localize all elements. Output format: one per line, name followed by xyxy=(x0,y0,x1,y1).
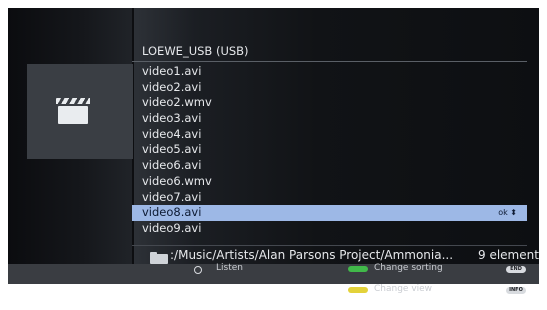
file-row[interactable]: video6.avi xyxy=(132,158,527,174)
folder-icon xyxy=(150,252,168,264)
info-key-icon: INFO xyxy=(506,287,526,294)
help-bar xyxy=(8,264,539,284)
file-name: video7.avi xyxy=(142,189,202,204)
file-row[interactable]: video3.avi xyxy=(132,111,527,127)
file-name: video9.avi xyxy=(142,220,202,235)
file-name: video8.avi xyxy=(142,205,202,220)
green-button-icon xyxy=(348,266,368,272)
file-row[interactable]: video6.wmv xyxy=(132,174,527,190)
end-key-icon: END xyxy=(506,266,526,273)
file-name: video4.avi xyxy=(142,126,202,141)
file-row[interactable]: video4.avi xyxy=(132,127,527,143)
file-row[interactable]: video9.avi xyxy=(132,221,527,237)
file-list[interactable]: video1.avi video2.avi video2.wmv video3.avi… xyxy=(132,64,527,237)
file-row[interactable]: video2.avi xyxy=(132,80,527,96)
file-row[interactable]: video1.avi xyxy=(132,64,527,80)
file-name: video3.avi xyxy=(142,111,202,126)
file-row[interactable]: video2.wmv xyxy=(132,95,527,111)
file-name: video1.avi xyxy=(142,64,202,78)
clapperboard-icon xyxy=(56,96,90,126)
element-count: 9 elements xyxy=(478,248,539,262)
file-row[interactable]: video5.avi xyxy=(132,142,527,158)
media-browser-screen: LOEWE_USB (USB) video1.avi video2.avi vide… xyxy=(8,8,539,284)
file-name: video5.avi xyxy=(142,142,202,157)
help-listen: Listen xyxy=(216,263,243,273)
ok-navigate-icon: ok ⬍ xyxy=(498,208,517,218)
listen-icon xyxy=(194,266,202,274)
device-title: LOEWE_USB (USB) xyxy=(142,44,249,58)
title-divider xyxy=(132,61,527,62)
file-name: video2.wmv xyxy=(142,95,212,110)
help-change-sorting: Change sorting xyxy=(374,263,443,273)
current-path: :/Music/Artists/Alan Parsons Project/Amm… xyxy=(170,248,454,262)
file-name: video2.avi xyxy=(142,79,202,94)
file-name: video6.wmv xyxy=(142,173,212,188)
file-name: video6.avi xyxy=(142,158,202,173)
help-change-view: Change view xyxy=(374,284,433,294)
file-row[interactable]: video7.avi xyxy=(132,190,527,206)
file-row-selected[interactable]: video8.avi ok ⬍ xyxy=(132,205,527,221)
yellow-button-icon xyxy=(348,287,368,293)
path-divider xyxy=(132,245,527,246)
